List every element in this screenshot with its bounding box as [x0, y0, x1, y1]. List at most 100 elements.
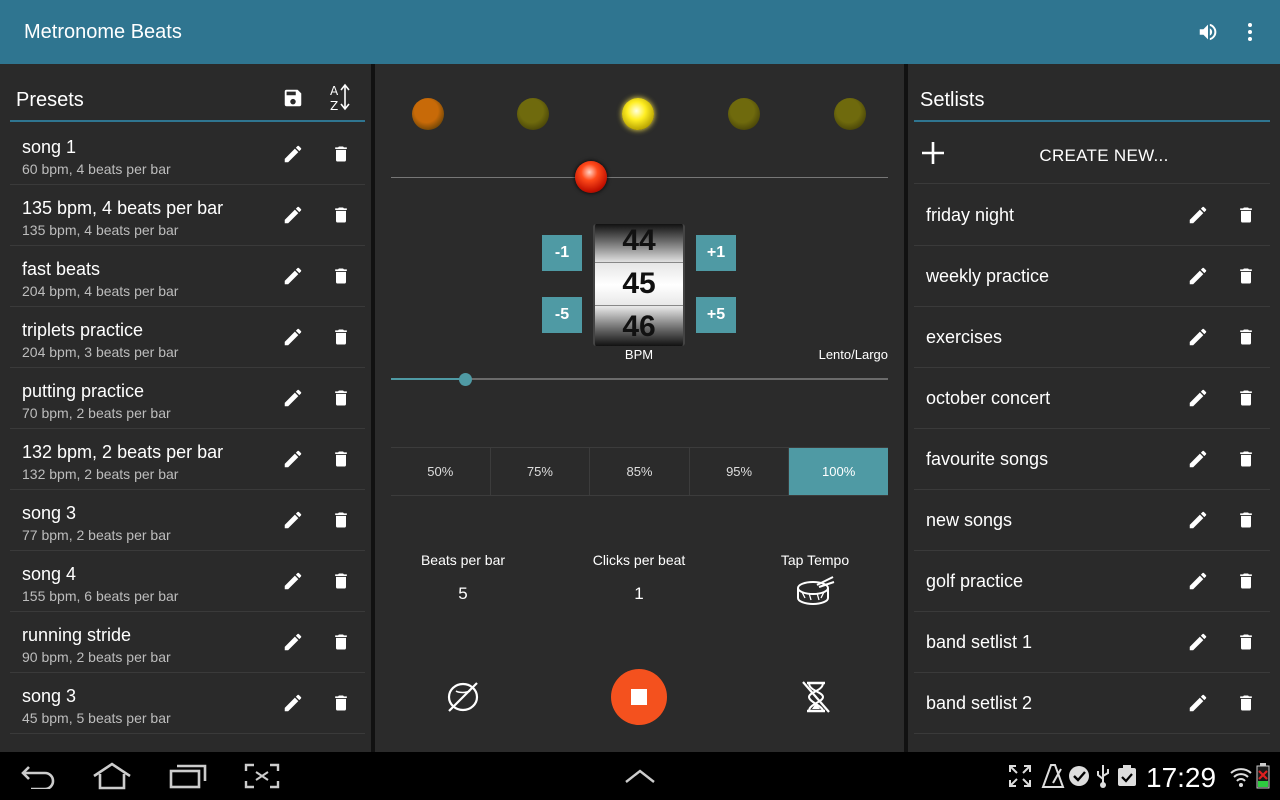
- preset-title: song 3: [22, 503, 77, 523]
- trash-icon[interactable]: [1233, 202, 1259, 228]
- setlist-item[interactable]: new songs: [914, 490, 1270, 551]
- preset-item[interactable]: song 3 77 bpm, 2 beats per bar: [10, 490, 365, 551]
- trash-icon[interactable]: [1233, 690, 1259, 716]
- edit-icon[interactable]: [280, 507, 306, 533]
- trash-icon[interactable]: [328, 568, 354, 594]
- trash-icon[interactable]: [328, 629, 354, 655]
- bpm-wheel[interactable]: 44 45 46: [593, 224, 685, 346]
- trash-icon[interactable]: [1233, 324, 1259, 350]
- beats-per-bar-value[interactable]: 5: [373, 584, 553, 604]
- edit-icon[interactable]: [1185, 629, 1211, 655]
- edit-icon[interactable]: [280, 385, 306, 411]
- preset-subtitle: 155 bpm, 6 beats per bar: [22, 588, 179, 604]
- tap-tempo-drum-icon[interactable]: [795, 572, 835, 612]
- setlist-item[interactable]: october concert: [914, 368, 1270, 429]
- stop-icon: [631, 689, 647, 705]
- edit-icon[interactable]: [280, 690, 306, 716]
- trash-icon[interactable]: [328, 507, 354, 533]
- edit-icon[interactable]: [1185, 568, 1211, 594]
- sort-az-icon[interactable]: A Z: [325, 83, 353, 113]
- trash-icon[interactable]: [328, 263, 354, 289]
- preset-item[interactable]: song 4 155 bpm, 6 beats per bar: [10, 551, 365, 612]
- tempo-percent-option[interactable]: 75%: [491, 448, 591, 495]
- beat-light: [834, 98, 866, 130]
- edit-icon[interactable]: [280, 568, 306, 594]
- edit-icon[interactable]: [280, 324, 306, 350]
- setlist-item[interactable]: golf practice: [914, 551, 1270, 612]
- edit-icon[interactable]: [1185, 324, 1211, 350]
- preset-item[interactable]: 132 bpm, 2 beats per bar 132 bpm, 2 beats…: [10, 429, 365, 490]
- edit-icon[interactable]: [1185, 690, 1211, 716]
- bpm-minus-5-button[interactable]: -5: [542, 297, 582, 333]
- volume-icon[interactable]: [1194, 18, 1222, 46]
- trash-icon[interactable]: [328, 446, 354, 472]
- home-icon[interactable]: [92, 760, 132, 792]
- preset-item[interactable]: running stride 90 bpm, 2 beats per bar: [10, 612, 365, 673]
- bpm-minus-1-button[interactable]: -1: [542, 235, 582, 271]
- tempo-percent-option[interactable]: 50%: [391, 448, 491, 495]
- chevron-up-icon[interactable]: [620, 760, 660, 792]
- edit-icon[interactable]: [1185, 446, 1211, 472]
- sound-off-icon[interactable]: [443, 677, 483, 717]
- setlist-item[interactable]: band setlist 1: [914, 612, 1270, 673]
- setlist-item[interactable]: exercises: [914, 307, 1270, 368]
- beat-light: [728, 98, 760, 130]
- trash-icon[interactable]: [1233, 446, 1259, 472]
- setlist-item[interactable]: band setlist 2: [914, 673, 1270, 734]
- tempo-percent-option[interactable]: 95%: [690, 448, 790, 495]
- tempo-slider-thumb[interactable]: [458, 373, 472, 386]
- setlist-title: new songs: [926, 510, 1013, 530]
- bpm-plus-1-button[interactable]: +1: [696, 235, 736, 271]
- setlist-title: friday night: [926, 205, 1015, 225]
- setlist-item[interactable]: weekly practice: [914, 246, 1270, 307]
- create-setlist-button[interactable]: CREATE NEW...: [914, 124, 1270, 184]
- preset-item[interactable]: putting practice 70 bpm, 2 beats per bar: [10, 368, 365, 429]
- preset-title: song 1: [22, 137, 77, 157]
- edit-icon[interactable]: [280, 446, 306, 472]
- system-bar: 17:29: [0, 752, 1280, 800]
- trash-icon[interactable]: [328, 141, 354, 167]
- edit-icon[interactable]: [1185, 507, 1211, 533]
- trash-icon[interactable]: [328, 385, 354, 411]
- save-icon[interactable]: [279, 84, 307, 112]
- trash-icon[interactable]: [328, 690, 354, 716]
- metronome-panel: -1 -5 +1 +5 44 45 46 BPM Lento/Largo 50%…: [375, 64, 904, 752]
- screenshot-icon[interactable]: [242, 760, 282, 792]
- trash-icon[interactable]: [1233, 629, 1259, 655]
- trash-icon[interactable]: [328, 202, 354, 228]
- back-icon[interactable]: [18, 760, 58, 792]
- clipboard-check-icon: [1112, 760, 1142, 792]
- setlist-item[interactable]: favourite songs: [914, 429, 1270, 490]
- preset-item[interactable]: song 1 60 bpm, 4 beats per bar: [10, 124, 365, 185]
- trash-icon[interactable]: [1233, 263, 1259, 289]
- edit-icon[interactable]: [280, 263, 306, 289]
- edit-icon[interactable]: [280, 141, 306, 167]
- expand-icon[interactable]: [1000, 760, 1040, 792]
- preset-item[interactable]: triplets practice 204 bpm, 3 beats per ba…: [10, 307, 365, 368]
- tempo-percent-option[interactable]: 85%: [590, 448, 690, 495]
- edit-icon[interactable]: [1185, 202, 1211, 228]
- svg-text:Z: Z: [330, 99, 338, 113]
- edit-icon[interactable]: [1185, 385, 1211, 411]
- edit-icon[interactable]: [1185, 263, 1211, 289]
- trash-icon[interactable]: [328, 324, 354, 350]
- preset-item[interactable]: song 3 45 bpm, 5 beats per bar: [10, 673, 365, 734]
- trash-icon[interactable]: [1233, 385, 1259, 411]
- timer-off-icon[interactable]: [796, 677, 836, 717]
- overflow-menu-icon[interactable]: [1236, 18, 1264, 46]
- preset-item[interactable]: fast beats 204 bpm, 4 beats per bar: [10, 246, 365, 307]
- setlist-title: golf practice: [926, 571, 1024, 591]
- edit-icon[interactable]: [280, 629, 306, 655]
- setlist-item[interactable]: friday night: [914, 185, 1270, 246]
- trash-icon[interactable]: [1233, 568, 1259, 594]
- pendulum-track: [391, 177, 888, 178]
- clicks-per-beat-value[interactable]: 1: [549, 584, 729, 604]
- stop-button[interactable]: [611, 669, 667, 725]
- recent-apps-icon[interactable]: [168, 760, 208, 792]
- preset-item[interactable]: 135 bpm, 4 beats per bar 135 bpm, 4 beats…: [10, 185, 365, 246]
- trash-icon[interactable]: [1233, 507, 1259, 533]
- bpm-plus-5-button[interactable]: +5: [696, 297, 736, 333]
- presets-title: Presets: [16, 89, 84, 111]
- edit-icon[interactable]: [280, 202, 306, 228]
- tempo-percent-option[interactable]: 100%: [789, 448, 888, 495]
